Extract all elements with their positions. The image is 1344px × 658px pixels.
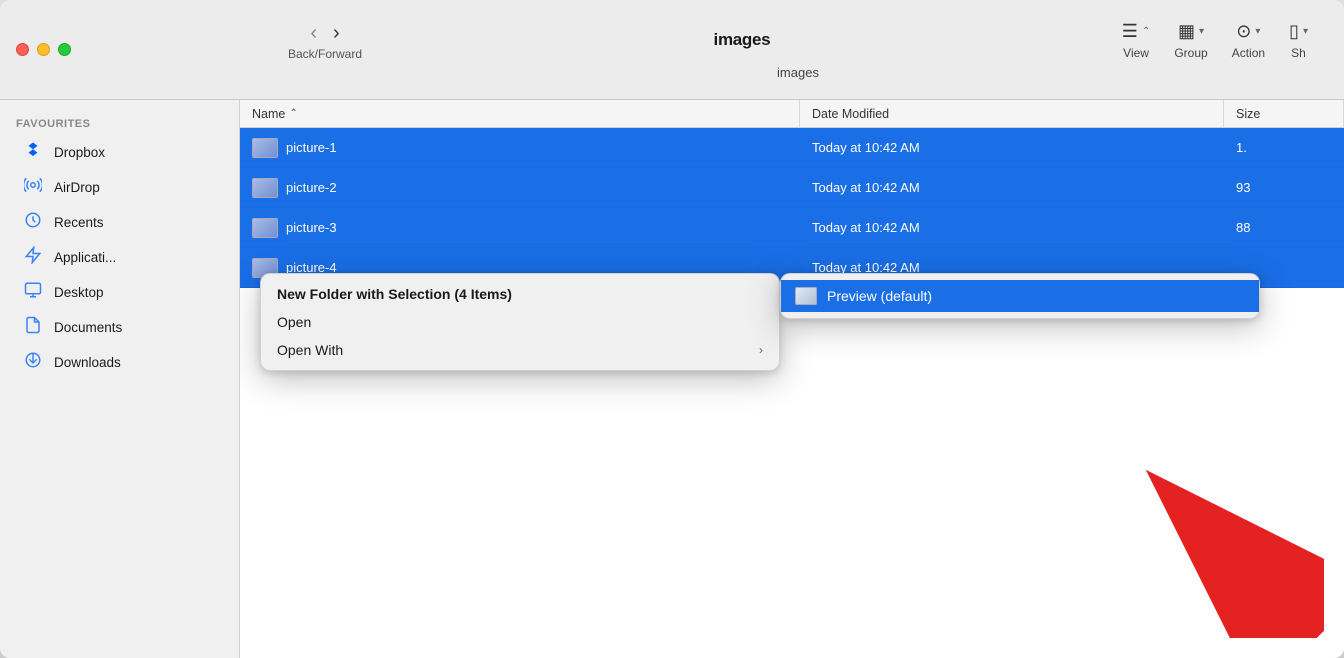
window-title: images (714, 30, 771, 50)
size-column-header[interactable]: Size (1224, 100, 1344, 127)
red-arrow (1124, 458, 1324, 638)
file-date-cell: Today at 10:42 AM (800, 168, 1224, 207)
group-icon: ▦ ▾ (1178, 21, 1204, 42)
table-row[interactable]: picture-3 Today at 10:42 AM 88 (240, 208, 1344, 248)
downloads-icon (22, 351, 44, 374)
file-size: 1. (1236, 140, 1247, 155)
file-name: picture-3 (286, 220, 337, 235)
sidebar-item-label-recents: Recents (54, 215, 104, 230)
context-menu-item-new-folder[interactable]: New Folder with Selection (4 Items) (261, 280, 779, 308)
context-menu-label-open: Open (277, 314, 311, 330)
sidebar-item-label-downloads: Downloads (54, 355, 121, 370)
sidebar-item-label-documents: Documents (54, 320, 122, 335)
action-control[interactable]: ⊙ ▾ Action (1232, 21, 1265, 60)
sidebar-item-dropbox[interactable]: Dropbox (6, 136, 233, 169)
sort-arrow: ⌃ (289, 108, 297, 119)
sidebar-item-airdrop[interactable]: AirDrop (6, 171, 233, 204)
sidebar-item-applications[interactable]: Applicati... (6, 241, 233, 274)
share-control[interactable]: ▯ ▾ Sh (1289, 21, 1308, 60)
file-name: picture-1 (286, 140, 337, 155)
view-control[interactable]: ☰ ⌃ View (1122, 21, 1151, 60)
submenu-arrow-icon: › (759, 343, 763, 357)
name-column-header[interactable]: Name ⌃ (240, 100, 800, 127)
sidebar-item-label-desktop: Desktop (54, 285, 104, 300)
toolbar-controls: ☰ ⌃ View ▦ ▾ Group ⊙ (1122, 21, 1308, 60)
file-name: picture-2 (286, 180, 337, 195)
table-row[interactable]: picture-2 Today at 10:42 AM 93 (240, 168, 1344, 208)
file-size: 93 (1236, 180, 1250, 195)
share-icon: ▯ ▾ (1289, 21, 1308, 42)
context-menu-label-open-with: Open With (277, 342, 343, 358)
context-menu-label-new-folder: New Folder with Selection (4 Items) (277, 286, 512, 302)
sidebar-item-label-airdrop: AirDrop (54, 180, 100, 195)
file-date-cell: Today at 10:42 AM (800, 128, 1224, 167)
file-size: 88 (1236, 220, 1250, 235)
sidebar-item-recents[interactable]: Recents (6, 206, 233, 239)
forward-button[interactable]: › (327, 20, 346, 47)
sidebar-item-documents[interactable]: Documents (6, 311, 233, 344)
table-row[interactable]: picture-1 Today at 10:42 AM 1. (240, 128, 1344, 168)
finder-window: ‹ › Back/Forward images ☰ ⌃ View (0, 0, 1344, 658)
applications-icon (22, 246, 44, 269)
date-column-header[interactable]: Date Modified (800, 100, 1224, 127)
nav-buttons: ‹ › (304, 20, 345, 47)
file-date: Today at 10:42 AM (812, 180, 920, 195)
main-layout: Favourites Dropbox AirDrop Recents (0, 100, 1344, 658)
action-icon: ⊙ ▾ (1236, 21, 1260, 42)
group-label: Group (1174, 46, 1207, 60)
folder-name-bar: images (268, 65, 1328, 80)
preview-app-icon (795, 287, 817, 305)
toolbar-main: ‹ › Back/Forward images ☰ ⌃ View (268, 20, 1328, 80)
view-label: View (1123, 46, 1149, 60)
nav-control: ‹ › Back/Forward (288, 20, 362, 61)
file-thumbnail (252, 218, 278, 238)
context-menu-item-open-with[interactable]: Open With › (261, 336, 779, 364)
documents-icon (22, 316, 44, 339)
desktop-icon (22, 281, 44, 304)
close-button[interactable] (16, 43, 29, 56)
size-column-label: Size (1236, 107, 1260, 121)
dropbox-icon (22, 141, 44, 164)
airdrop-icon (22, 176, 44, 199)
file-size-cell: 1. (1224, 128, 1344, 167)
sidebar-item-desktop[interactable]: Desktop (6, 276, 233, 309)
recents-icon (22, 211, 44, 234)
file-date: Today at 10:42 AM (812, 140, 920, 155)
sidebar-item-label-applications: Applicati... (54, 250, 116, 265)
sidebar-toggle-area (16, 43, 256, 56)
name-column-label: Name (252, 107, 285, 121)
toolbar-top: ‹ › Back/Forward images ☰ ⌃ View (268, 20, 1328, 61)
view-icon: ☰ ⌃ (1122, 21, 1151, 42)
file-thumbnail (252, 138, 278, 158)
file-date: Today at 10:42 AM (812, 220, 920, 235)
back-button[interactable]: ‹ (304, 20, 323, 47)
sidebar: Favourites Dropbox AirDrop Recents (0, 100, 240, 658)
back-forward-label: Back/Forward (288, 47, 362, 61)
file-thumbnail (252, 178, 278, 198)
file-size-cell: 88 (1224, 208, 1344, 247)
context-menu-item-open[interactable]: Open (261, 308, 779, 336)
file-name-cell: picture-2 (240, 168, 800, 207)
file-date-cell: Today at 10:42 AM (800, 208, 1224, 247)
file-size-cell: 93 (1224, 168, 1344, 207)
context-menu: New Folder with Selection (4 Items) Open… (260, 273, 780, 371)
file-name-cell: picture-3 (240, 208, 800, 247)
submenu-item-preview[interactable]: Preview (default) (781, 280, 1259, 312)
action-label: Action (1232, 46, 1265, 60)
traffic-lights (16, 43, 71, 56)
column-headers: Name ⌃ Date Modified Size (240, 100, 1344, 128)
file-name-cell: picture-1 (240, 128, 800, 167)
minimize-button[interactable] (37, 43, 50, 56)
sidebar-item-label-dropbox: Dropbox (54, 145, 105, 160)
share-label: Sh (1291, 46, 1306, 60)
sidebar-item-downloads[interactable]: Downloads (6, 346, 233, 379)
sidebar-section-label: Favourites (0, 112, 239, 134)
date-column-label: Date Modified (812, 107, 889, 121)
group-control[interactable]: ▦ ▾ Group (1174, 21, 1207, 60)
toolbar: ‹ › Back/Forward images ☰ ⌃ View (0, 0, 1344, 100)
content-area: Name ⌃ Date Modified Size pict (240, 100, 1344, 658)
submenu: Preview (default) (780, 273, 1260, 319)
maximize-button[interactable] (58, 43, 71, 56)
submenu-item-label-preview: Preview (default) (827, 288, 932, 304)
